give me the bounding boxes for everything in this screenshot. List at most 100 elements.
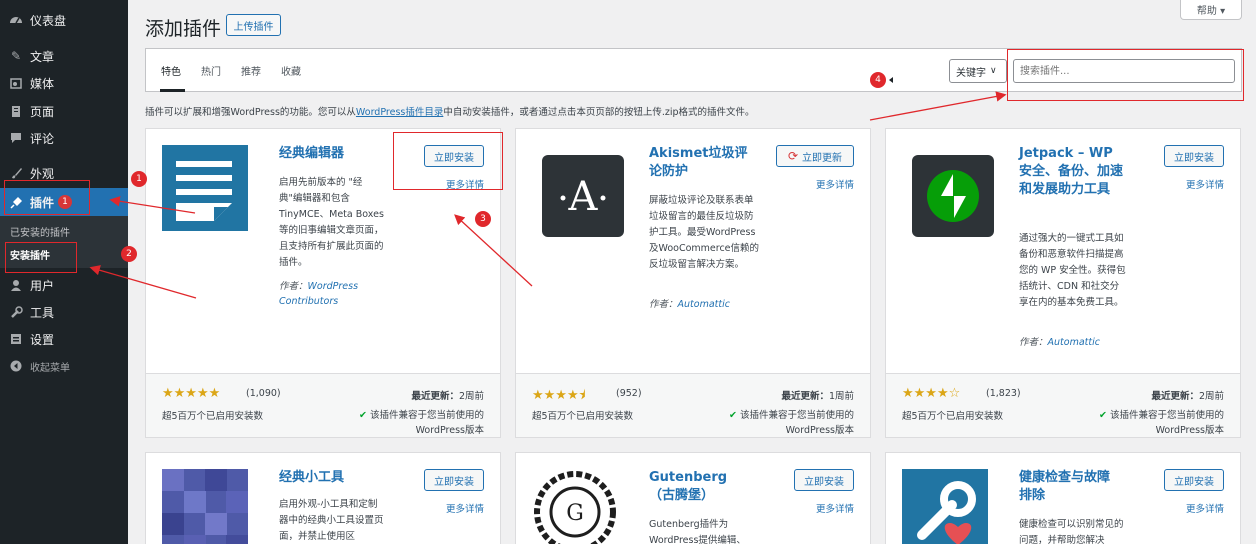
- sidebar-item-pages[interactable]: 页面: [0, 98, 128, 124]
- plugin-directory-link[interactable]: WordPress插件目录: [356, 107, 443, 118]
- plugin-name[interactable]: 经典小工具: [279, 469, 379, 487]
- sidebar-item-label: 外观: [30, 166, 55, 181]
- more-details-link[interactable]: 更多详情: [1186, 177, 1224, 191]
- svg-text:A: A: [568, 174, 599, 220]
- sidebar-item-label: 媒体: [30, 76, 55, 91]
- svg-text:G: G: [566, 501, 584, 526]
- plugin-description: 屏蔽垃圾评论及联系表单垃圾留言的最佳反垃圾防护工具。最受WordPress及Wo…: [649, 195, 760, 270]
- plugin-description: 启用外观-小工具和定制器中的经典小工具设置页面，并禁止使用区: [279, 499, 384, 542]
- tab-featured[interactable]: 特色: [161, 63, 181, 78]
- sidebar-item-posts[interactable]: ✎ 文章: [0, 43, 128, 69]
- sidebar-item-settings[interactable]: 设置: [0, 326, 128, 352]
- sidebar-item-label: 文章: [30, 49, 55, 64]
- annotation-number: 2: [121, 246, 137, 262]
- page-title: 添加插件: [145, 18, 222, 40]
- tab-recommended[interactable]: 推荐: [241, 63, 261, 78]
- plugin-author: 作者：Automattic: [649, 299, 730, 310]
- plugin-card-footer: ★★★★☆ (1,823) 超5百万个已启用安装数 最近更新：2周前 ✔ 该插件…: [886, 373, 1240, 437]
- sidebar-item-comments[interactable]: 评论: [0, 125, 128, 151]
- update-now-button[interactable]: ⟳ 立即更新: [776, 145, 854, 167]
- search-type-select[interactable]: 关键字 ∨: [949, 59, 1007, 83]
- annotation-number: 1: [131, 171, 147, 187]
- sidebar-item-label: 设置: [30, 332, 55, 347]
- star-rating: ★★★★★: [162, 386, 221, 401]
- plugin-description: 健康检查可以识别常见的问题，并帮助您解决: [1019, 519, 1124, 544]
- check-icon: ✔: [1098, 410, 1107, 421]
- rating-count: (1,823): [986, 388, 1021, 399]
- install-now-button[interactable]: 立即安装: [1164, 469, 1224, 491]
- settings-icon: [8, 331, 24, 347]
- sidebar-item-label: 工具: [30, 305, 55, 320]
- annotation-number: 3: [475, 211, 491, 227]
- comment-icon: [8, 130, 24, 146]
- sidebar-item-media[interactable]: 媒体: [0, 70, 128, 96]
- sidebar-item-users[interactable]: 用户: [0, 272, 128, 298]
- plugin-name[interactable]: 健康检查与故障排除: [1019, 469, 1119, 505]
- tab-popular[interactable]: 热门: [201, 63, 221, 78]
- collapse-menu-button[interactable]: 收起菜单: [0, 353, 128, 379]
- classic-editor-icon: [162, 145, 248, 231]
- active-tab-indicator: [160, 89, 185, 92]
- compatibility: ✔ 该插件兼容于您当前使用的 WordPress版本: [728, 410, 854, 436]
- active-installs: 超5百万个已启用安装数: [532, 411, 634, 422]
- rating-count: (952): [616, 388, 642, 399]
- upload-plugin-button[interactable]: 上传插件: [226, 14, 281, 36]
- plugin-name[interactable]: Akismet垃圾评论防护: [649, 145, 749, 181]
- dashboard-icon: [8, 12, 24, 28]
- check-icon: ✔: [728, 410, 737, 421]
- annotation-box-add-plugins: [5, 242, 77, 273]
- install-now-button[interactable]: 立即安装: [794, 469, 854, 491]
- submenu-installed-plugins[interactable]: 已安装的插件: [0, 220, 128, 242]
- wrench-icon: [8, 304, 24, 320]
- sidebar-item-label: 仪表盘: [30, 13, 67, 28]
- plugin-description: 启用先前版本的 "经典"编辑器和包含TinyMCE、Meta Boxes等的旧事…: [279, 177, 384, 268]
- media-icon: [8, 75, 24, 91]
- page-icon: [8, 103, 24, 119]
- plugin-card-jetpack: Jetpack – WP 安全、备份、加速和发展助力工具 立即安装 更多详情 通…: [885, 128, 1241, 438]
- more-details-link[interactable]: 更多详情: [1186, 501, 1224, 515]
- plugin-name[interactable]: 经典编辑器: [279, 145, 379, 163]
- last-updated: 最近更新：2周前: [1151, 391, 1224, 402]
- author-link[interactable]: Automattic: [678, 299, 730, 310]
- plugin-description: 通过强大的一键式工具如备份和恶意软件扫描提高您的 WP 安全性。获得包括统计、C…: [1019, 233, 1126, 308]
- star-rating: ★★★★☆: [902, 386, 961, 401]
- plugin-name[interactable]: Jetpack – WP 安全、备份、加速和发展助力工具: [1019, 145, 1129, 199]
- annotation-box-install-button: [393, 132, 503, 190]
- help-button[interactable]: 帮助 ▾: [1180, 0, 1242, 20]
- chevron-down-icon: ∨: [990, 66, 997, 76]
- sidebar-item-tools[interactable]: 工具: [0, 299, 128, 325]
- user-icon: [8, 277, 24, 293]
- more-details-link[interactable]: 更多详情: [446, 501, 484, 515]
- plugin-author: 作者：Automattic: [1019, 337, 1100, 348]
- sidebar-item-dashboard[interactable]: 仪表盘: [0, 7, 128, 33]
- gutenberg-icon: G: [532, 469, 618, 544]
- plugin-name[interactable]: Gutenberg（古腾堡）: [649, 469, 749, 505]
- last-updated: 最近更新：1周前: [781, 391, 854, 402]
- more-details-link[interactable]: 更多详情: [816, 501, 854, 515]
- plugin-author: 作者：WordPress Contributors: [279, 281, 359, 307]
- annotation-number: 4: [870, 72, 886, 88]
- collapse-icon: [8, 358, 24, 374]
- plugin-description: Gutenberg插件为WordPress提供编辑、: [649, 519, 746, 544]
- more-details-link[interactable]: 更多详情: [816, 177, 854, 191]
- refresh-icon: ⟳: [787, 149, 799, 163]
- sidebar-item-label: 页面: [30, 104, 55, 119]
- plugin-card-footer: ★★★★⯨ (952) 超5百万个已启用安装数 最近更新：1周前 ✔ 该插件兼容…: [516, 373, 870, 437]
- compatibility: ✔ 该插件兼容于您当前使用的 WordPress版本: [358, 410, 484, 436]
- akismet-icon: A: [542, 155, 624, 237]
- active-installs: 超5百万个已启用安装数: [902, 411, 1004, 422]
- classic-widgets-icon: [162, 469, 248, 544]
- author-link[interactable]: Automattic: [1048, 337, 1100, 348]
- brush-icon: [8, 165, 24, 181]
- plugin-card-health-check: 健康检查与故障排除 立即安装 更多详情 健康检查可以识别常见的问题，并帮助您解决: [885, 452, 1241, 544]
- tab-favorites[interactable]: 收藏: [281, 63, 301, 78]
- install-now-button[interactable]: 立即安装: [424, 469, 484, 491]
- health-check-icon: [902, 469, 988, 544]
- sidebar-item-label: 收起菜单: [30, 362, 70, 374]
- star-rating: ★★★★⯨: [532, 388, 586, 403]
- plugin-card-akismet: A Akismet垃圾评论防护 ⟳ 立即更新 更多详情 屏蔽垃圾评论及联系表单垃圾…: [515, 128, 871, 438]
- intro-text: 插件可以扩展和增强WordPress的功能。您可以从WordPress插件目录中…: [145, 107, 755, 118]
- install-now-button[interactable]: 立即安装: [1164, 145, 1224, 167]
- plugin-card-gutenberg: G Gutenberg（古腾堡） 立即安装 更多详情 Gutenberg插件为W…: [515, 452, 871, 544]
- rating-count: (1,090): [246, 388, 281, 399]
